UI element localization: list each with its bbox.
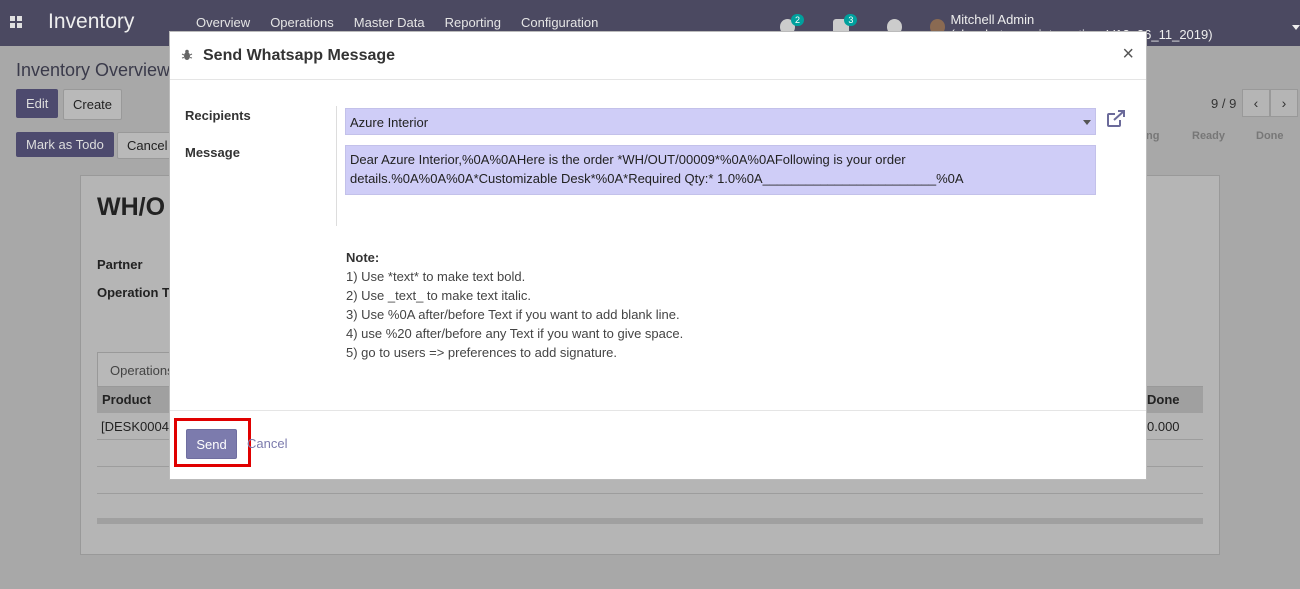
note-line: 2) Use _text_ to make text italic.: [346, 288, 531, 303]
column-done[interactable]: Done: [1147, 392, 1180, 407]
create-button[interactable]: Create: [63, 89, 123, 120]
main-menu: Overview Operations Master Data Reportin…: [196, 15, 598, 30]
dialog-title: Send Whatsapp Message: [203, 47, 396, 64]
menu-item-configuration[interactable]: Configuration: [521, 15, 598, 30]
status-stage-ready[interactable]: Ready: [1192, 130, 1225, 142]
menu-item-overview[interactable]: Overview: [196, 15, 250, 30]
message-textarea[interactable]: Dear Azure Interior,%0A%0AHere is the or…: [345, 145, 1096, 195]
operation-type-label: Operation T: [97, 285, 170, 300]
menu-item-operations[interactable]: Operations: [270, 15, 334, 30]
pager-value: 9 / 9: [1211, 96, 1237, 111]
breadcrumb[interactable]: Inventory Overview: [16, 60, 170, 81]
menu-item-master-data[interactable]: Master Data: [354, 15, 425, 30]
horizontal-scrollbar[interactable]: [97, 518, 1203, 524]
external-link-icon[interactable]: [1106, 110, 1126, 128]
note-title: Note:: [346, 250, 380, 265]
partner-label: Partner: [97, 257, 143, 272]
bug-icon: [181, 49, 193, 60]
dialog-header: Send Whatsapp Message ×: [170, 32, 1146, 80]
row-product: [DESK0004: [101, 419, 169, 434]
chevron-down-icon: [1292, 24, 1300, 30]
send-whatsapp-dialog: Send Whatsapp Message × Recipients Messa…: [169, 31, 1147, 480]
cancel-button[interactable]: Cancel: [247, 436, 287, 451]
note-line: 5) go to users => preferences to add sig…: [346, 345, 618, 360]
row-done-qty: 0.000: [1147, 419, 1180, 434]
record-title: WH/O: [97, 193, 166, 221]
caret-down-icon[interactable]: [1083, 120, 1091, 125]
app-name: Inventory: [48, 10, 135, 33]
activity-count-badge: 2: [791, 14, 805, 26]
note-line: 3) Use %0A after/before Text if you want…: [346, 307, 680, 322]
dialog-footer: Send Cancel: [170, 410, 1146, 480]
divider: [336, 106, 337, 226]
note-line: 4) use %20 after/before any Text if you …: [346, 326, 684, 341]
mark-as-todo-button[interactable]: Mark as Todo: [16, 132, 114, 157]
status-stage-waiting[interactable]: ng: [1146, 130, 1159, 142]
note-line: 1) Use *text* to make text bold.: [346, 269, 526, 284]
status-stage-done[interactable]: Done: [1256, 130, 1284, 142]
apps-menu-icon[interactable]: [10, 16, 22, 28]
close-icon[interactable]: ×: [1122, 43, 1134, 66]
tab-operations[interactable]: Operations: [97, 352, 177, 388]
pager-next-button[interactable]: ›: [1270, 89, 1298, 117]
menu-item-reporting[interactable]: Reporting: [445, 15, 501, 30]
recipients-select[interactable]: Azure Interior: [345, 108, 1096, 135]
message-count-badge: 3: [844, 14, 858, 26]
recipients-label: Recipients: [185, 108, 251, 123]
column-product[interactable]: Product: [102, 392, 151, 407]
formatting-note: Note: 1) Use *text* to make text bold. 2…: [346, 248, 683, 362]
recipients-selected-value: Azure Interior: [350, 115, 429, 130]
send-button[interactable]: Send: [186, 429, 237, 459]
edit-button[interactable]: Edit: [16, 89, 59, 118]
message-label: Message: [185, 145, 240, 160]
pager-previous-button[interactable]: ‹: [1242, 89, 1270, 117]
